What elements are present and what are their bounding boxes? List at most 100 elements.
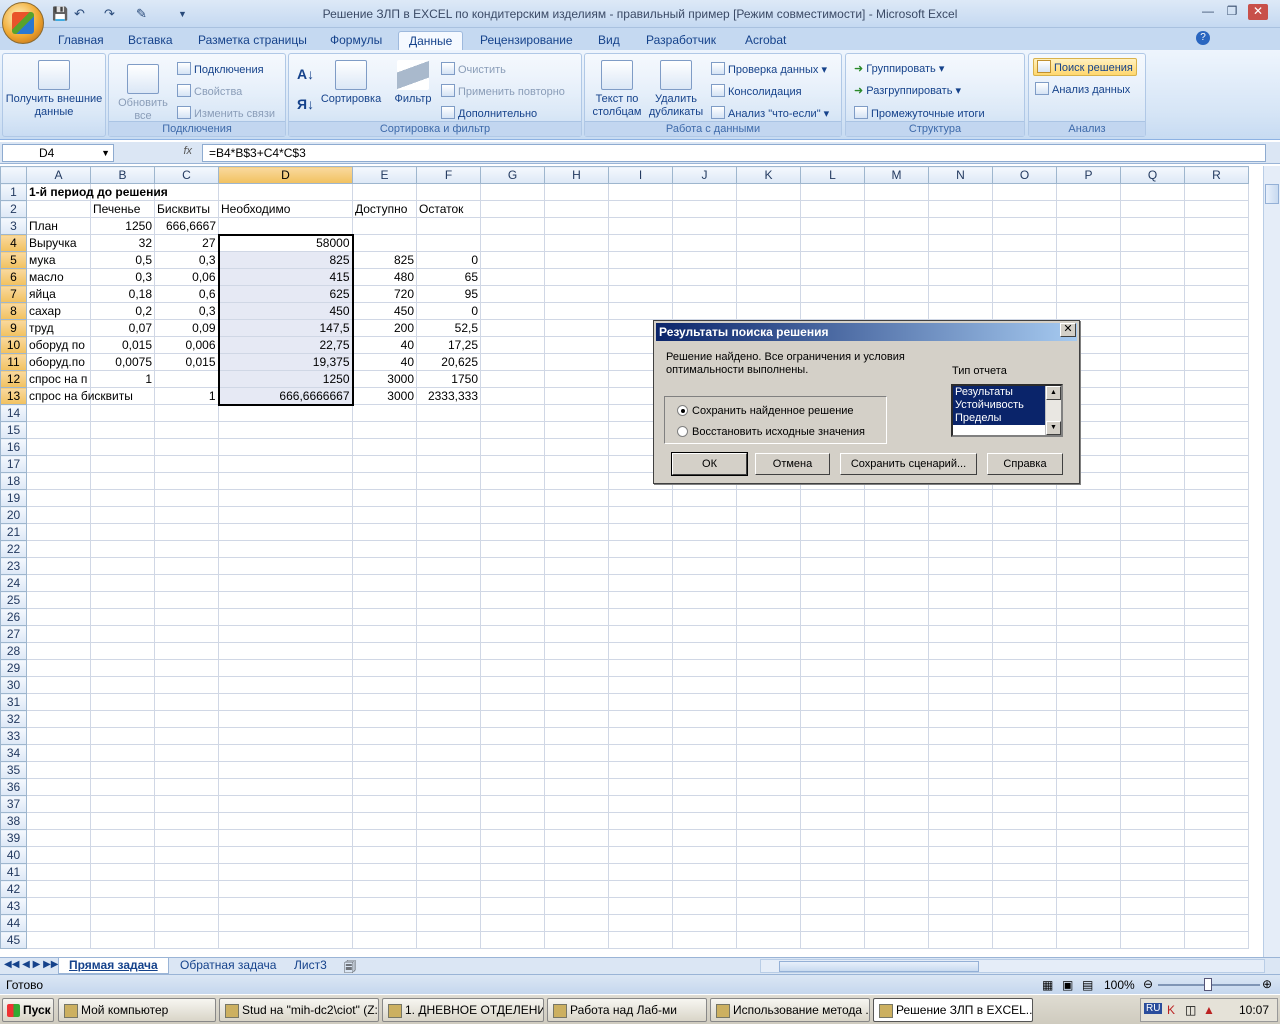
minimize-icon[interactable]: —: [1198, 4, 1218, 20]
cell[interactable]: [736, 778, 801, 796]
cell[interactable]: [544, 897, 609, 915]
cell[interactable]: [992, 523, 1057, 541]
cell[interactable]: [800, 676, 865, 694]
cell[interactable]: [1120, 608, 1185, 626]
cell[interactable]: [416, 523, 481, 541]
taskbar-item-lab[interactable]: Работа над Лаб-ми: [547, 998, 707, 1022]
edit-links-button[interactable]: Изменить связи: [177, 106, 275, 120]
cell[interactable]: [672, 727, 737, 745]
cell[interactable]: 40: [352, 353, 417, 371]
cell[interactable]: [352, 914, 417, 932]
cell[interactable]: [26, 591, 91, 609]
cell[interactable]: [90, 761, 155, 779]
cell[interactable]: [928, 642, 993, 660]
row-header[interactable]: 10: [0, 336, 27, 354]
cell[interactable]: [864, 489, 929, 507]
cell[interactable]: [1120, 642, 1185, 660]
row-header[interactable]: 39: [0, 829, 27, 847]
cell[interactable]: [864, 506, 929, 524]
cell[interactable]: [672, 795, 737, 813]
taskbar-item-method[interactable]: Использование метода ...: [710, 998, 870, 1022]
cell[interactable]: [1120, 625, 1185, 643]
cell[interactable]: [416, 846, 481, 864]
cell[interactable]: [544, 217, 609, 235]
cell[interactable]: [800, 897, 865, 915]
cell[interactable]: [800, 914, 865, 932]
cell[interactable]: [90, 506, 155, 524]
save-scenario-button[interactable]: Сохранить сценарий...: [840, 453, 977, 475]
cell[interactable]: [154, 438, 219, 456]
cell[interactable]: [736, 234, 801, 252]
cell[interactable]: [90, 404, 155, 422]
cell[interactable]: [416, 455, 481, 473]
cell[interactable]: [90, 710, 155, 728]
row-header[interactable]: 30: [0, 676, 27, 694]
row-header[interactable]: 25: [0, 591, 27, 609]
cell[interactable]: [218, 183, 353, 201]
cell[interactable]: [90, 880, 155, 898]
cell[interactable]: [90, 744, 155, 762]
cell[interactable]: [928, 302, 993, 320]
cell[interactable]: [1120, 574, 1185, 592]
cell[interactable]: [1056, 489, 1121, 507]
cell[interactable]: [352, 217, 417, 235]
cell[interactable]: [736, 727, 801, 745]
cell[interactable]: [864, 795, 929, 813]
cell[interactable]: [352, 778, 417, 796]
format-painter-icon[interactable]: ✎: [136, 6, 147, 22]
cell[interactable]: [928, 217, 993, 235]
cell[interactable]: [480, 200, 545, 218]
cell[interactable]: [90, 523, 155, 541]
cell[interactable]: [480, 659, 545, 677]
column-header[interactable]: M: [864, 166, 929, 184]
cell[interactable]: [928, 744, 993, 762]
cell[interactable]: [1120, 931, 1185, 949]
cell[interactable]: 0,09: [154, 319, 219, 337]
cell[interactable]: [864, 659, 929, 677]
cell[interactable]: [352, 183, 417, 201]
cell[interactable]: 3000: [352, 387, 417, 405]
cell[interactable]: [672, 591, 737, 609]
cell[interactable]: 1: [90, 370, 155, 388]
cell[interactable]: [1056, 846, 1121, 864]
cell[interactable]: [864, 642, 929, 660]
cell[interactable]: [1120, 472, 1185, 490]
cell[interactable]: [154, 727, 219, 745]
cell[interactable]: [26, 506, 91, 524]
cell[interactable]: [544, 863, 609, 881]
cell[interactable]: [218, 591, 353, 609]
cell[interactable]: [1056, 676, 1121, 694]
cell[interactable]: мука: [26, 251, 91, 269]
cell[interactable]: [218, 506, 353, 524]
cell[interactable]: [992, 778, 1057, 796]
cell[interactable]: [736, 251, 801, 269]
cell[interactable]: [736, 897, 801, 915]
cell[interactable]: [928, 761, 993, 779]
cell[interactable]: [800, 608, 865, 626]
cell[interactable]: [218, 744, 353, 762]
cell[interactable]: [1056, 608, 1121, 626]
cell[interactable]: [608, 523, 673, 541]
cell[interactable]: [736, 914, 801, 932]
row-header[interactable]: 3: [0, 217, 27, 235]
cell[interactable]: [1056, 183, 1121, 201]
cell[interactable]: [544, 370, 609, 388]
column-header[interactable]: D: [218, 166, 353, 184]
cell[interactable]: [928, 897, 993, 915]
cell[interactable]: [1056, 812, 1121, 830]
cell[interactable]: [864, 302, 929, 320]
cell[interactable]: [416, 489, 481, 507]
cell[interactable]: [154, 506, 219, 524]
cell[interactable]: [800, 251, 865, 269]
cell[interactable]: [1120, 387, 1185, 405]
cell[interactable]: [928, 676, 993, 694]
name-box[interactable]: D4 ▼: [2, 144, 114, 162]
cell[interactable]: [352, 506, 417, 524]
cell[interactable]: [480, 897, 545, 915]
cell[interactable]: [672, 880, 737, 898]
cell[interactable]: 27: [154, 234, 219, 252]
cell[interactable]: [992, 659, 1057, 677]
cell[interactable]: [352, 795, 417, 813]
cell[interactable]: [1120, 336, 1185, 354]
cell[interactable]: 19,375: [217, 353, 354, 371]
